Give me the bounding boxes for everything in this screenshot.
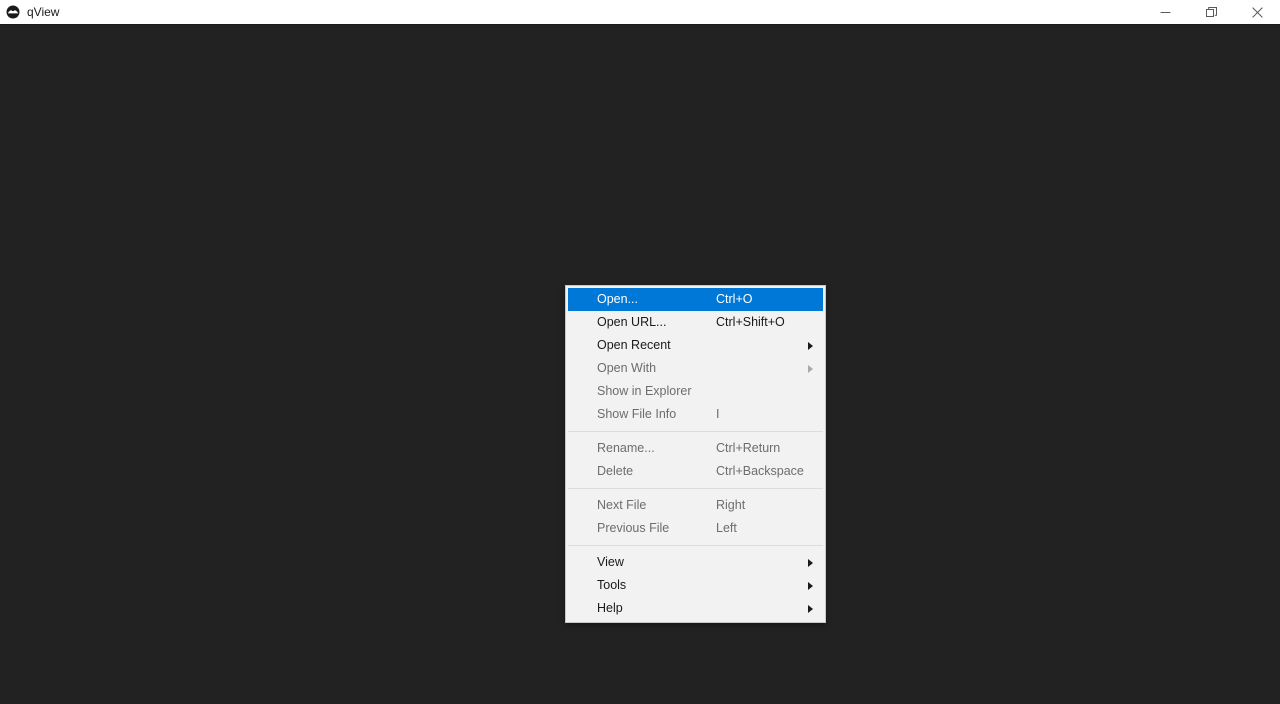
menu-item-show-file-info: Show File Info I (568, 403, 823, 426)
close-icon (1251, 6, 1263, 18)
menu-item-delete: Delete Ctrl+Backspace (568, 460, 823, 483)
chevron-right-icon (808, 581, 813, 590)
menu-section: View Tools Help (566, 551, 825, 620)
menu-section: Rename... Ctrl+Return Delete Ctrl+Backspace (566, 437, 825, 483)
menu-item-shortcut: Ctrl+Shift+O (716, 315, 785, 330)
menu-separator (568, 488, 823, 489)
menu-item-label: Open... (597, 292, 638, 307)
menu-item-shortcut: Ctrl+Backspace (716, 464, 804, 479)
restore-icon (1205, 6, 1217, 17)
menu-item-shortcut: I (716, 407, 720, 422)
menu-item-view[interactable]: View (568, 551, 823, 574)
menu-item-open-with: Open With (568, 357, 823, 380)
qview-logo-icon (6, 5, 20, 19)
menu-item-label: Open With (597, 361, 657, 376)
window-titlebar: qView (0, 0, 1280, 24)
menu-item-shortcut: Right (716, 498, 746, 513)
menu-item-label: View (597, 555, 624, 570)
window-controls (1142, 0, 1280, 24)
context-menu: Open... Ctrl+O Open URL... Ctrl+Shift+O Open… (565, 285, 826, 623)
menu-separator (568, 431, 823, 432)
menu-item-tools[interactable]: Tools (568, 574, 823, 597)
menu-separator (568, 545, 823, 546)
menu-item-rename: Rename... Ctrl+Return (568, 437, 823, 460)
menu-item-open-url[interactable]: Open URL... Ctrl+Shift+O (568, 311, 823, 334)
menu-section: Next File Right Previous File Left (566, 494, 825, 540)
minimize-button[interactable] (1142, 0, 1188, 24)
menu-item-label: Delete (597, 464, 634, 479)
chevron-right-icon (808, 604, 813, 613)
menu-item-label: Open URL... (597, 315, 667, 330)
menu-item-open[interactable]: Open... Ctrl+O (568, 288, 823, 311)
menu-item-shortcut: Ctrl+Return (716, 441, 781, 456)
chevron-right-icon (808, 364, 813, 373)
minimize-icon (1160, 11, 1170, 13)
titlebar-drag-region[interactable] (59, 0, 1142, 24)
menu-item-next-file: Next File Right (568, 494, 823, 517)
menu-item-label: Help (597, 601, 623, 616)
window-title: qView (27, 5, 60, 19)
menu-item-label: Open Recent (597, 338, 671, 353)
titlebar-left-group: qView (0, 0, 59, 24)
menu-item-label: Previous File (597, 521, 670, 536)
chevron-right-icon (808, 558, 813, 567)
menu-item-show-in-explorer: Show in Explorer (568, 380, 823, 403)
close-button[interactable] (1234, 0, 1280, 24)
menu-section: Open... Ctrl+O Open URL... Ctrl+Shift+O Open… (566, 288, 825, 426)
menu-item-label: Next File (597, 498, 647, 513)
chevron-right-icon (808, 341, 813, 350)
menu-item-previous-file: Previous File Left (568, 517, 823, 540)
menu-item-help[interactable]: Help (568, 597, 823, 620)
menu-item-label: Show File Info (597, 407, 677, 422)
menu-item-label: Rename... (597, 441, 655, 456)
menu-item-open-recent[interactable]: Open Recent (568, 334, 823, 357)
maximize-button[interactable] (1188, 0, 1234, 24)
menu-item-shortcut: Ctrl+O (716, 292, 753, 307)
menu-item-shortcut: Left (716, 521, 737, 536)
menu-item-label: Tools (597, 578, 627, 593)
menu-item-label: Show in Explorer (597, 384, 692, 399)
